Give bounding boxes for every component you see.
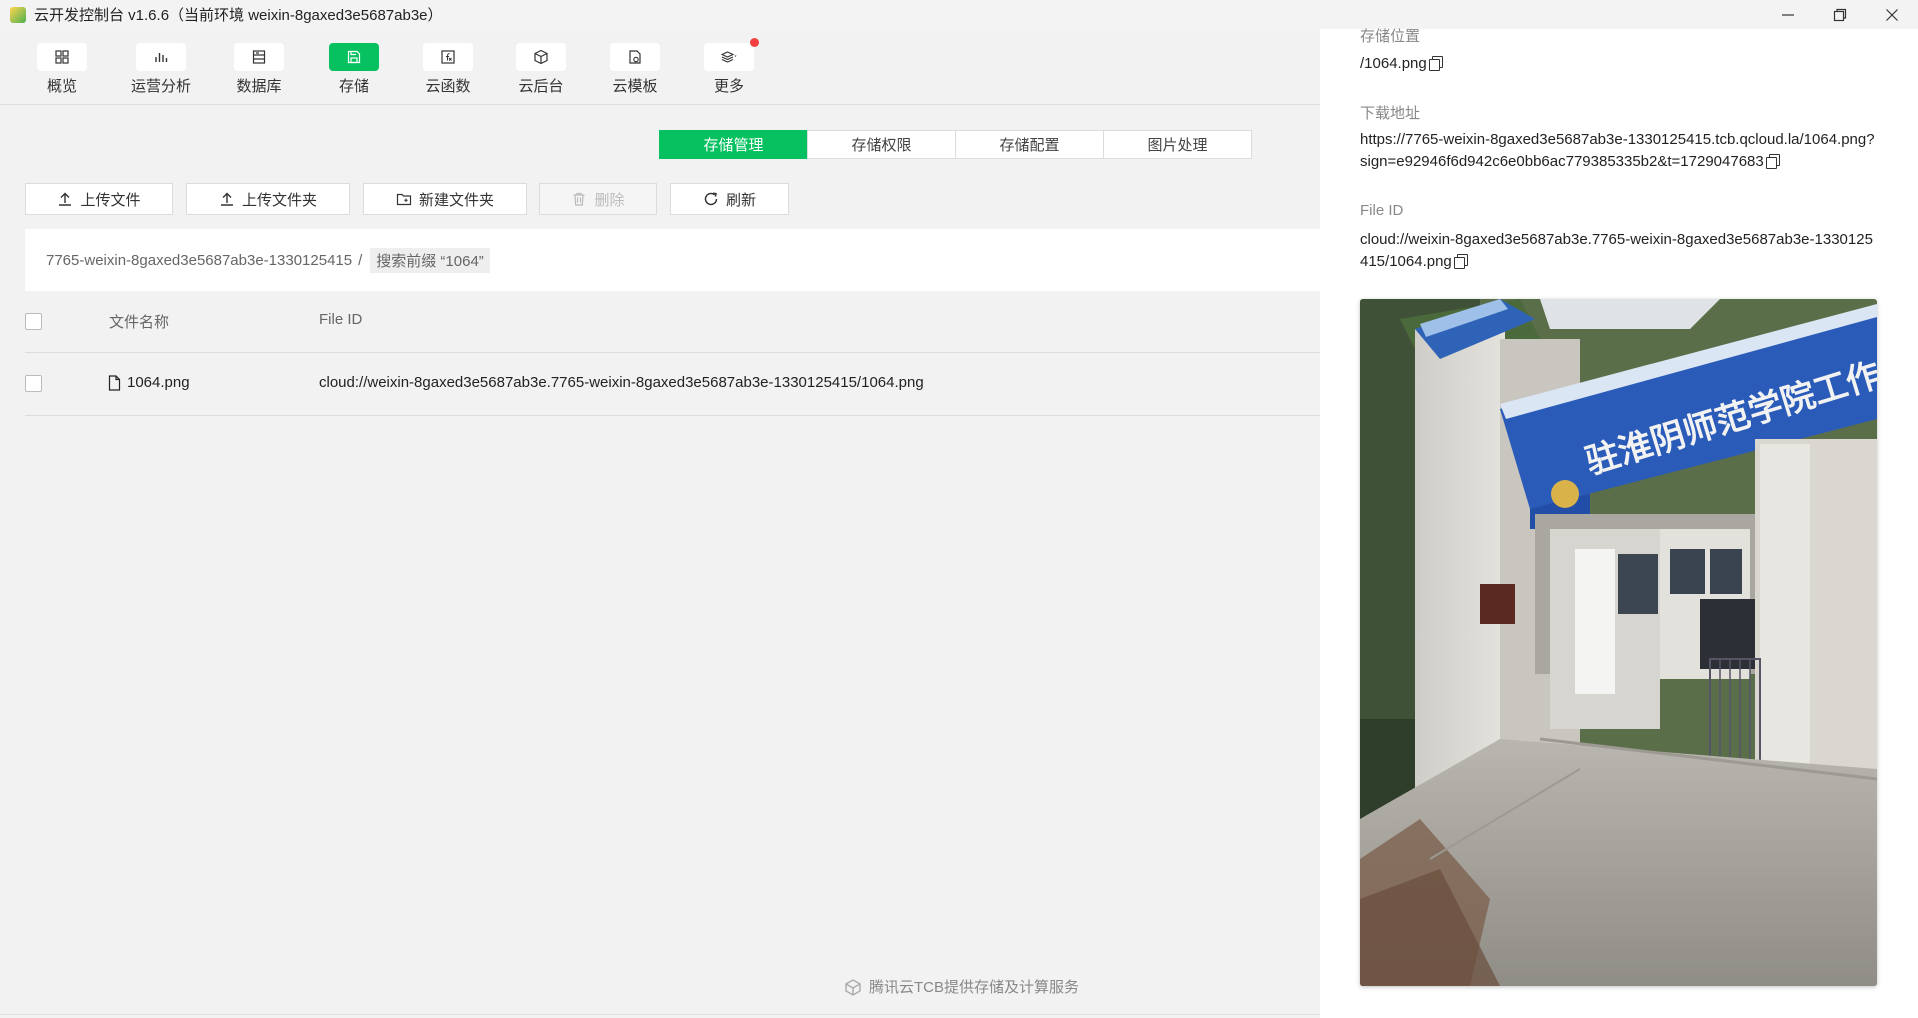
upload-folder-button[interactable]: 上传文件夹 [186, 183, 350, 215]
download-url-text: https://7765-weixin-8gaxed3e5687ab3e-133… [1360, 131, 1875, 170]
footer-text: 腾讯云TCB提供存储及计算服务 [869, 979, 1080, 996]
restore-icon [1833, 8, 1847, 21]
file-name-cell[interactable]: 1064.png [107, 374, 190, 391]
breadcrumb-separator: / [358, 251, 363, 269]
download-url-label: 下载地址 [1360, 105, 1421, 122]
toolbar-item-more[interactable]: 更多 [694, 38, 764, 96]
notification-dot [750, 38, 759, 47]
table-row[interactable]: 1064.png cloud://weixin-8gaxed3e5687ab3e… [25, 353, 1320, 416]
toolbar-label: 数据库 [236, 78, 282, 95]
upload-icon [59, 192, 72, 206]
upload-icon [220, 192, 233, 206]
breadcrumb-bucket[interactable]: 7765-weixin-8gaxed3e5687ab3e-1330125415 [46, 252, 352, 269]
new-folder-label: 新建文件夹 [418, 191, 494, 209]
main-area: 概览 运营分析 数据库 存储 云函数 云后台 云模板 更多 存储管理 存储权限 … [0, 29, 1320, 1018]
storage-tabs: 存储管理 存储权限 存储配置 图片处理 [659, 130, 1252, 159]
toolbar-label: 运营分析 [130, 78, 191, 95]
file-id-cell: cloud://weixin-8gaxed3e5687ab3e.7765-wei… [319, 374, 924, 391]
tab-storage-config[interactable]: 存储配置 [955, 130, 1104, 159]
copy-icon[interactable] [1453, 254, 1468, 269]
toolbar-label: 存储 [338, 78, 369, 95]
toolbar-label: 云后台 [518, 78, 564, 95]
minimize-icon [1782, 13, 1794, 16]
window-controls [1762, 0, 1918, 29]
breadcrumb: 7765-weixin-8gaxed3e5687ab3e-1330125415 … [25, 229, 1320, 291]
upload-folder-label: 上传文件夹 [241, 191, 317, 209]
refresh-icon [704, 192, 718, 206]
title-bar: 云开发控制台 v1.6.6（当前环境 weixin-8gaxed3e5687ab… [0, 0, 1918, 29]
toolbar-item-functions[interactable]: 云函数 [413, 43, 483, 96]
toolbar-label: 云模板 [612, 78, 658, 95]
refresh-label: 刷新 [725, 191, 756, 209]
toolbar-item-overview[interactable]: 概览 [27, 43, 97, 96]
search-prefix-tag[interactable]: 搜索前缀 “1064” [370, 247, 490, 273]
upload-file-button[interactable]: 上传文件 [25, 183, 173, 215]
tab-storage-management[interactable]: 存储管理 [659, 130, 808, 159]
storage-location-label: 存储位置 [1360, 28, 1421, 45]
storage-location-value: /1064.png [1360, 53, 1880, 75]
window-title: 云开发控制台 v1.6.6（当前环境 weixin-8gaxed3e5687ab… [34, 7, 443, 24]
app-logo-icon [10, 6, 26, 23]
toolbar-label: 概览 [46, 78, 77, 95]
delete-label: 删除 [594, 191, 625, 209]
download-url-value: https://7765-weixin-8gaxed3e5687ab3e-133… [1360, 129, 1880, 173]
layers-icon [721, 51, 737, 63]
toolbar-item-database[interactable]: 数据库 [224, 43, 294, 96]
divider [0, 1014, 1320, 1015]
column-header-file-id: File ID [319, 311, 363, 328]
bar-chart-icon [155, 53, 168, 62]
file-id-text: cloud://weixin-8gaxed3e5687ab3e.7765-wei… [1360, 231, 1873, 270]
grid-icon [55, 50, 69, 64]
toolbar-label: 更多 [713, 78, 744, 95]
function-icon [441, 50, 455, 64]
top-toolbar: 概览 运营分析 数据库 存储 云函数 云后台 云模板 更多 [0, 29, 1320, 105]
upload-file-label: 上传文件 [80, 191, 141, 209]
copy-icon[interactable] [1765, 154, 1780, 169]
minimize-button[interactable] [1762, 0, 1814, 29]
close-icon [1886, 8, 1898, 21]
tencent-cloud-logo-icon [845, 978, 861, 996]
trash-icon [573, 192, 585, 206]
close-button[interactable] [1866, 0, 1918, 29]
storage-location-text: /1064.png [1360, 55, 1427, 72]
building-photo: 驻淮阴师范学院工作站 [1360, 299, 1877, 986]
storage-icon [347, 50, 361, 64]
column-header-name: 文件名称 [109, 314, 170, 331]
restore-button[interactable] [1814, 0, 1866, 29]
template-icon [629, 50, 641, 64]
file-detail-panel: 存储位置 /1064.png 下载地址 https://7765-weixin-… [1320, 28, 1918, 1018]
select-all-checkbox[interactable] [25, 313, 42, 330]
image-preview[interactable]: 驻淮阴师范学院工作站 [1360, 299, 1877, 986]
refresh-button[interactable]: 刷新 [670, 183, 789, 215]
file-name: 1064.png [127, 374, 190, 391]
file-id-value: cloud://weixin-8gaxed3e5687ab3e.7765-wei… [1360, 229, 1880, 273]
tab-storage-permissions[interactable]: 存储权限 [807, 130, 956, 159]
toolbar-item-templates[interactable]: 云模板 [600, 43, 670, 96]
delete-button[interactable]: 删除 [539, 183, 657, 215]
table-header: 文件名称 File ID [25, 291, 1320, 353]
row-checkbox[interactable] [25, 375, 42, 392]
tab-image-processing[interactable]: 图片处理 [1103, 130, 1252, 159]
toolbar-item-storage[interactable]: 存储 [319, 43, 389, 96]
file-icon [108, 374, 121, 391]
copy-icon[interactable] [1428, 56, 1443, 71]
folder-icon [396, 193, 412, 206]
file-id-label: File ID [1360, 202, 1404, 219]
toolbar-item-analytics[interactable]: 运营分析 [126, 43, 196, 96]
new-folder-button[interactable]: 新建文件夹 [363, 183, 527, 215]
toolbar-label: 云函数 [425, 78, 471, 95]
toolbar-item-backend[interactable]: 云后台 [506, 43, 576, 96]
database-icon [252, 50, 266, 64]
cube-icon [534, 49, 548, 65]
footer: 腾讯云TCB提供存储及计算服务 [843, 976, 1079, 997]
